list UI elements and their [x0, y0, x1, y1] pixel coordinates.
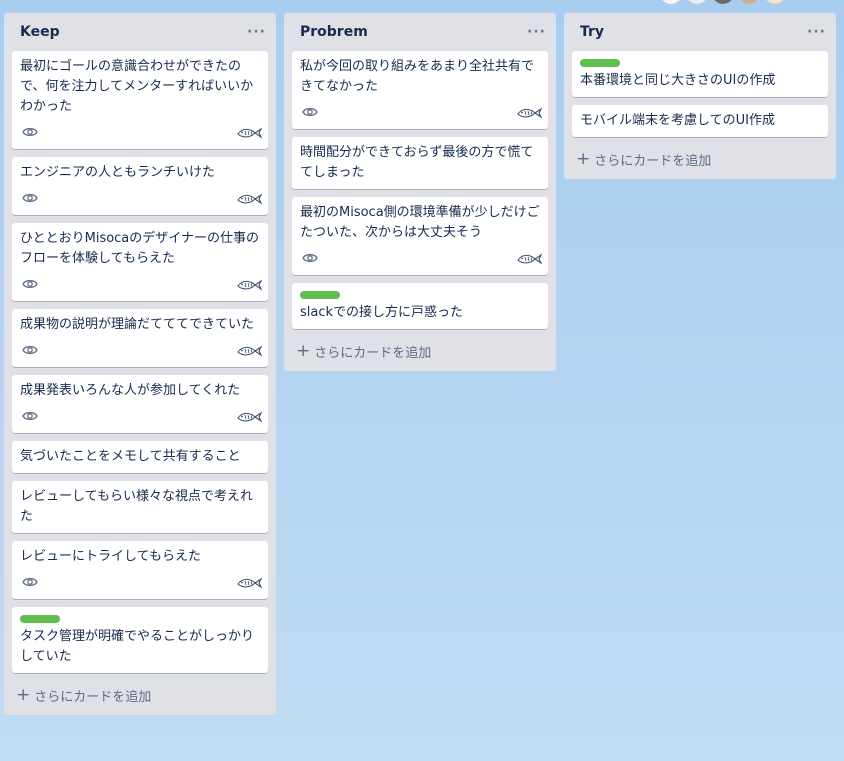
avatar[interactable] [712, 0, 734, 4]
board: Keep ··· 最初にゴールの意識合わせができたので、何を注力してメンターすればい… [4, 13, 844, 715]
card-badges [20, 569, 263, 593]
card-badges [300, 99, 543, 123]
card[interactable]: ひととおりMisocaのデザイナーの仕事のフローを体験してもらえた [12, 223, 268, 301]
card-title: エンジニアの人ともランチいけた [20, 165, 216, 180]
card-title: slackでの接し方に戸惑った [300, 305, 464, 320]
card-badges [20, 403, 263, 427]
eye-icon [22, 341, 38, 355]
card[interactable]: レビューしてもらい様々な視点で考えれた [12, 481, 268, 533]
plus-icon: + [16, 684, 31, 705]
ellipsis-icon[interactable]: ··· [807, 24, 828, 40]
card[interactable]: レビューにトライしてもらえた [12, 541, 268, 599]
eye-icon [22, 123, 38, 137]
list-title[interactable]: Try [580, 24, 604, 40]
list-title[interactable]: Probrem [300, 24, 368, 40]
fish-sticker-icon [236, 191, 263, 205]
card-badges [20, 119, 263, 143]
card[interactable]: エンジニアの人ともランチいけた [12, 157, 268, 215]
ellipsis-icon[interactable]: ··· [247, 24, 268, 40]
card-label-green[interactable] [20, 615, 60, 623]
card-title: タスク管理が明確でやることがしっかりしていた [20, 629, 255, 664]
card[interactable]: 気づいたことをメモして共有すること [12, 441, 268, 473]
card-badges [20, 185, 263, 209]
card-title: レビューしてもらい様々な視点で考えれた [20, 489, 253, 524]
card-title: モバイル端末を考慮してのUI作成 [580, 113, 775, 128]
avatar[interactable] [686, 0, 708, 4]
card[interactable]: slackでの接し方に戸惑った [292, 283, 548, 329]
fish-sticker-icon [236, 125, 263, 139]
card[interactable]: 成果発表いろんな人が参加してくれた [12, 375, 268, 433]
card-title: 気づいたことをメモして共有すること [20, 449, 241, 464]
list-title[interactable]: Keep [20, 24, 60, 40]
card[interactable]: 最初にゴールの意識合わせができたので、何を注力してメンターすればいいかわかった [12, 51, 268, 149]
eye-icon [302, 103, 318, 117]
add-card-label: さらにカードを追加 [594, 153, 712, 169]
eye-icon [302, 249, 318, 263]
add-card-button[interactable]: + さらにカードを追加 [12, 681, 268, 709]
card-title: 成果発表いろんな人が参加してくれた [20, 383, 241, 398]
card[interactable]: 時間配分ができておらず最後の方で慌ててしまった [292, 137, 548, 189]
avatar[interactable] [764, 0, 786, 4]
list-keep: Keep ··· 最初にゴールの意識合わせができたので、何を注力してメンターすればい… [4, 13, 276, 715]
card-label-green[interactable] [300, 291, 340, 299]
list-header[interactable]: Probrem ··· [292, 13, 548, 51]
card[interactable]: モバイル端末を考慮してのUI作成 [572, 105, 828, 137]
plus-icon: + [576, 148, 591, 169]
member-avatars [660, 0, 786, 4]
plus-icon: + [296, 340, 311, 361]
card-title: 私が今回の取り組みをあまり全社共有できてなかった [300, 59, 535, 94]
card[interactable]: 私が今回の取り組みをあまり全社共有できてなかった [292, 51, 548, 129]
avatar[interactable] [738, 0, 760, 4]
add-card-label: さらにカードを追加 [314, 345, 432, 361]
eye-icon [22, 189, 38, 203]
fish-sticker-icon [516, 251, 543, 265]
card-title: 時間配分ができておらず最後の方で慌ててしまった [300, 145, 534, 180]
card-title: 最初のMisoca側の環境準備が少しだけごたついた、次からは大丈夫そう [300, 205, 540, 240]
eye-icon [22, 407, 38, 421]
card[interactable]: 最初のMisoca側の環境準備が少しだけごたついた、次からは大丈夫そう [292, 197, 548, 275]
eye-icon [22, 573, 38, 587]
card[interactable]: 成果物の説明が理論だてててできていた [12, 309, 268, 367]
list-header[interactable]: Keep ··· [12, 13, 268, 51]
fish-sticker-icon [236, 277, 263, 291]
list-probrem: Probrem ··· 私が今回の取り組みをあまり全社共有できてなかった 時間配分がで… [284, 13, 556, 371]
card-title: レビューにトライしてもらえた [20, 549, 201, 564]
card-badges [300, 245, 543, 269]
list-try: Try ··· 本番環境と同じ大きさのUIの作成 モバイル端末を考慮してのUI作成 + さ… [564, 13, 836, 179]
add-card-label: さらにカードを追加 [34, 689, 152, 705]
add-card-button[interactable]: + さらにカードを追加 [572, 145, 828, 173]
card[interactable]: 本番環境と同じ大きさのUIの作成 [572, 51, 828, 97]
avatar[interactable] [660, 0, 682, 4]
fish-sticker-icon [236, 343, 263, 357]
card-title: 最初にゴールの意識合わせができたので、何を注力してメンターすればいいかわかった [20, 59, 254, 114]
fish-sticker-icon [516, 105, 543, 119]
fish-sticker-icon [236, 409, 263, 423]
list-header[interactable]: Try ··· [572, 13, 828, 51]
eye-icon [22, 275, 38, 289]
card-badges [20, 271, 263, 295]
card-title: 本番環境と同じ大きさのUIの作成 [580, 73, 776, 88]
card-badges [20, 337, 263, 361]
fish-sticker-icon [236, 575, 263, 589]
add-card-button[interactable]: + さらにカードを追加 [292, 337, 548, 365]
card-label-green[interactable] [580, 59, 620, 67]
card-title: 成果物の説明が理論だてててできていた [20, 317, 255, 332]
card[interactable]: タスク管理が明確でやることがしっかりしていた [12, 607, 268, 673]
card-title: ひととおりMisocaのデザイナーの仕事のフローを体験してもらえた [20, 231, 260, 266]
ellipsis-icon[interactable]: ··· [527, 24, 548, 40]
